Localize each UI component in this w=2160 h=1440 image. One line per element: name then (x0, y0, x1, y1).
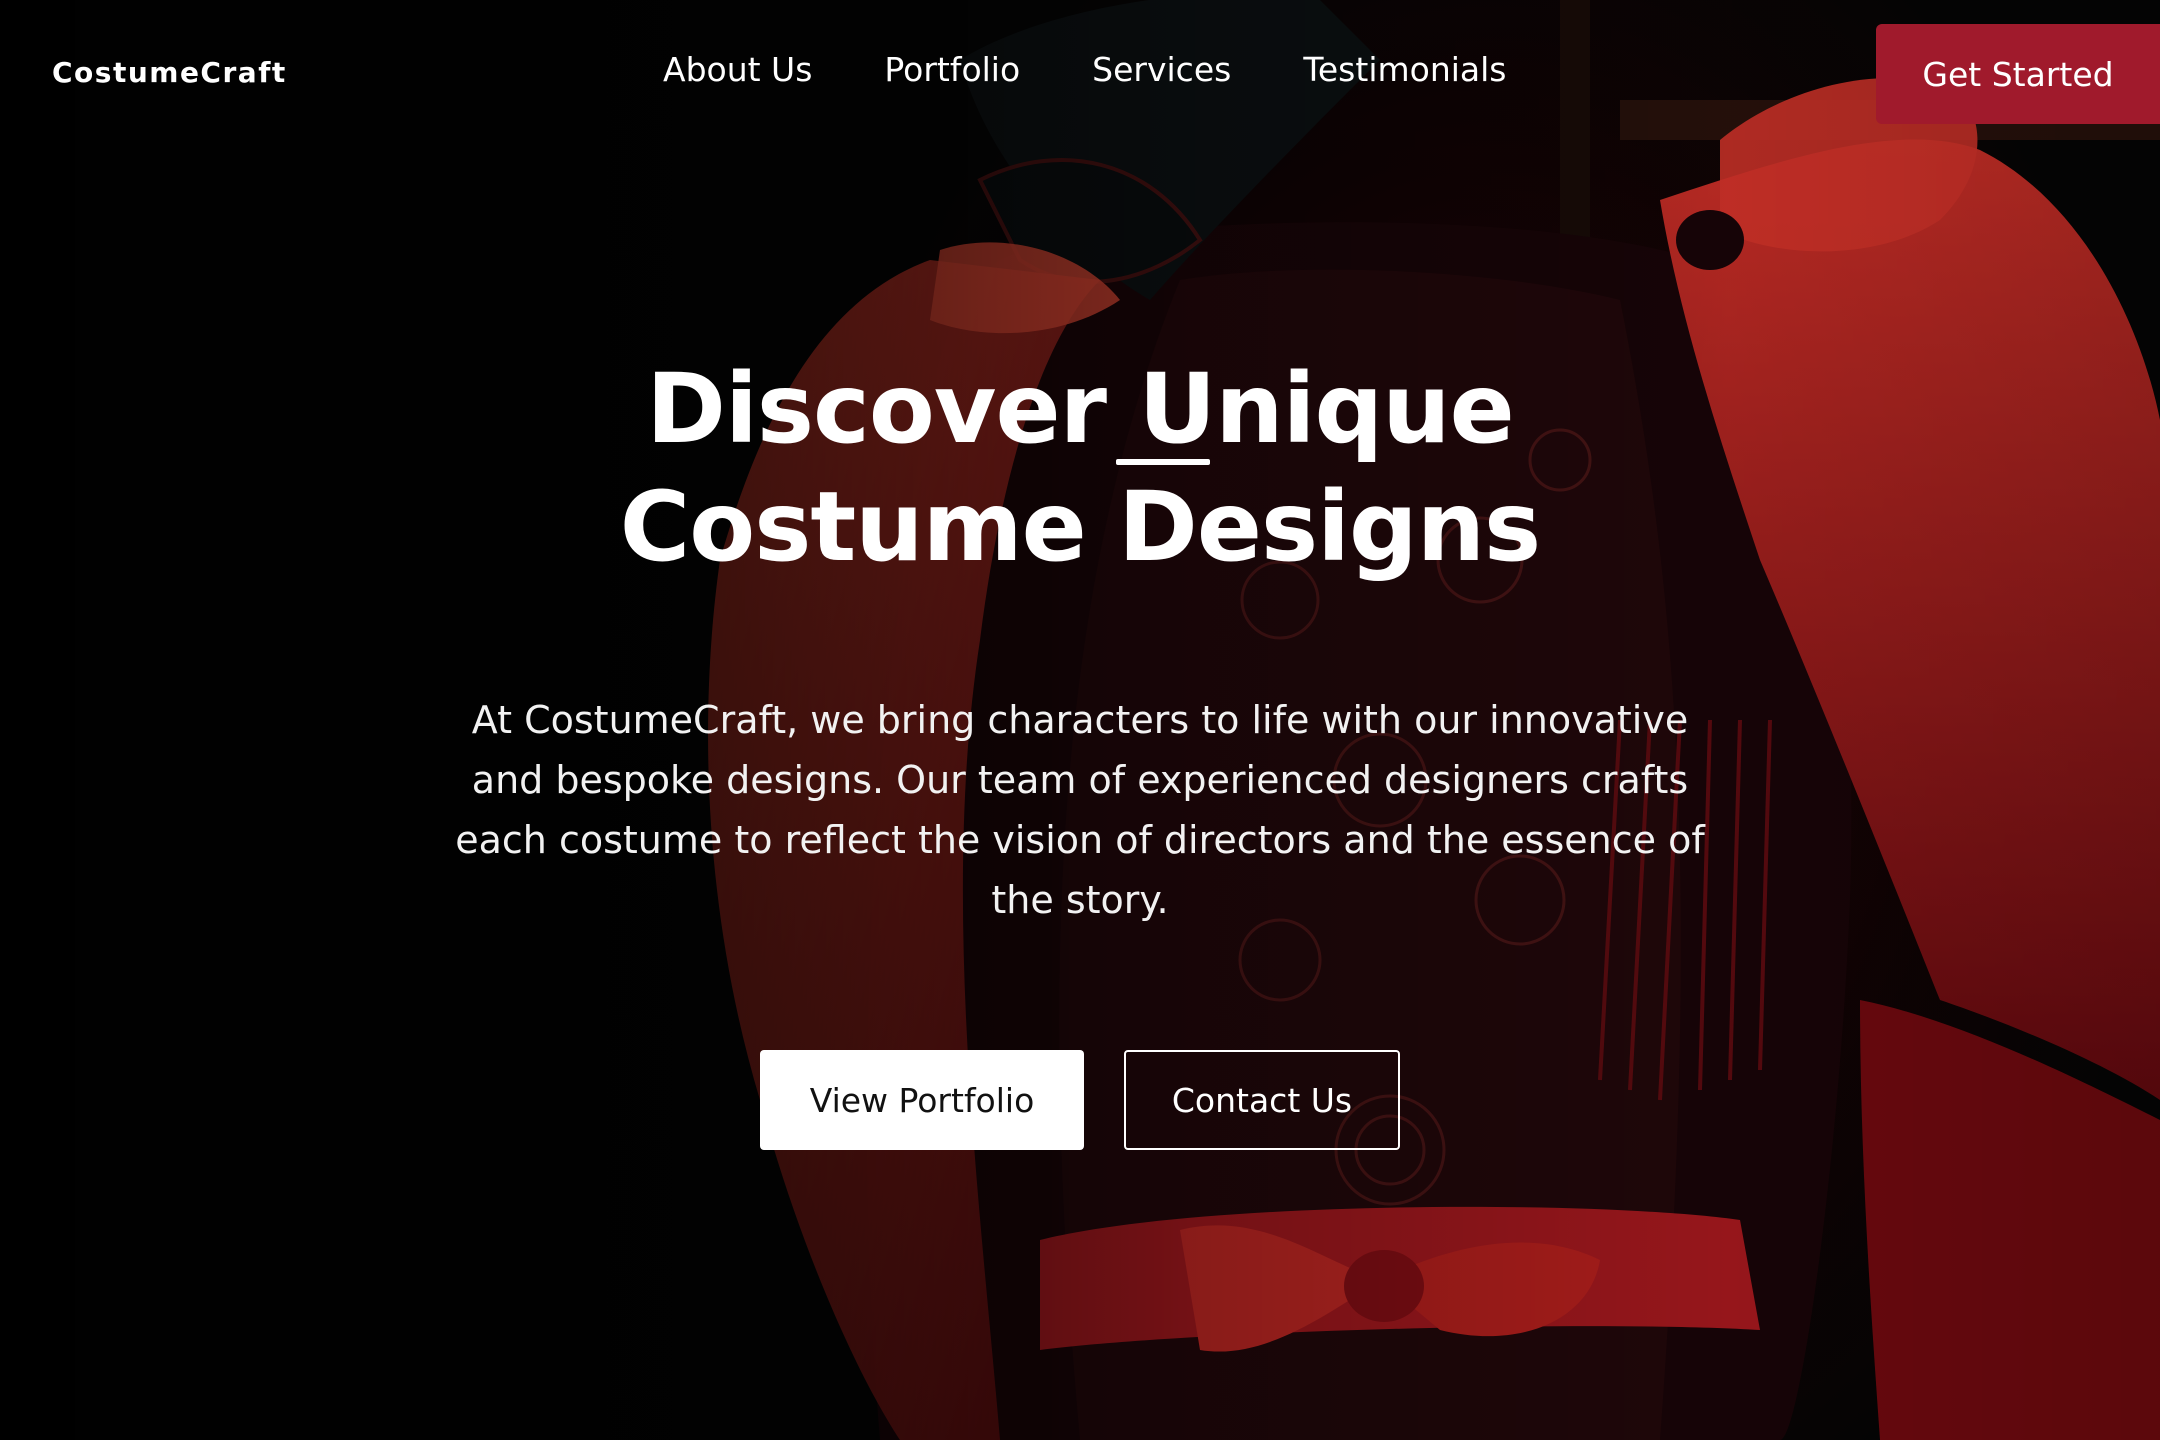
brand-logo[interactable]: CostumeCraft (52, 56, 287, 89)
hero-title-line-2: Costume Designs (619, 471, 1541, 583)
nav-link-about-us[interactable]: About Us (663, 50, 812, 89)
nav-link-testimonials[interactable]: Testimonials (1303, 50, 1506, 89)
hero-title: Discover Unique Costume Designs (540, 350, 1620, 586)
title-accent-underline (1116, 459, 1210, 465)
hero-title-line-1: Discover Unique (646, 353, 1514, 465)
hero-description: At CostumeCraft, we bring characters to … (455, 698, 1705, 922)
primary-nav: About Us Portfolio Services Testimonials (663, 50, 1506, 89)
get-started-button[interactable]: Get Started (1876, 24, 2160, 124)
contact-us-button[interactable]: Contact Us (1124, 1050, 1400, 1150)
nav-link-services[interactable]: Services (1092, 50, 1231, 89)
top-navbar: CostumeCraft About Us Portfolio Services… (0, 0, 2160, 146)
view-portfolio-button[interactable]: View Portfolio (760, 1050, 1084, 1150)
nav-link-portfolio[interactable]: Portfolio (884, 50, 1020, 89)
